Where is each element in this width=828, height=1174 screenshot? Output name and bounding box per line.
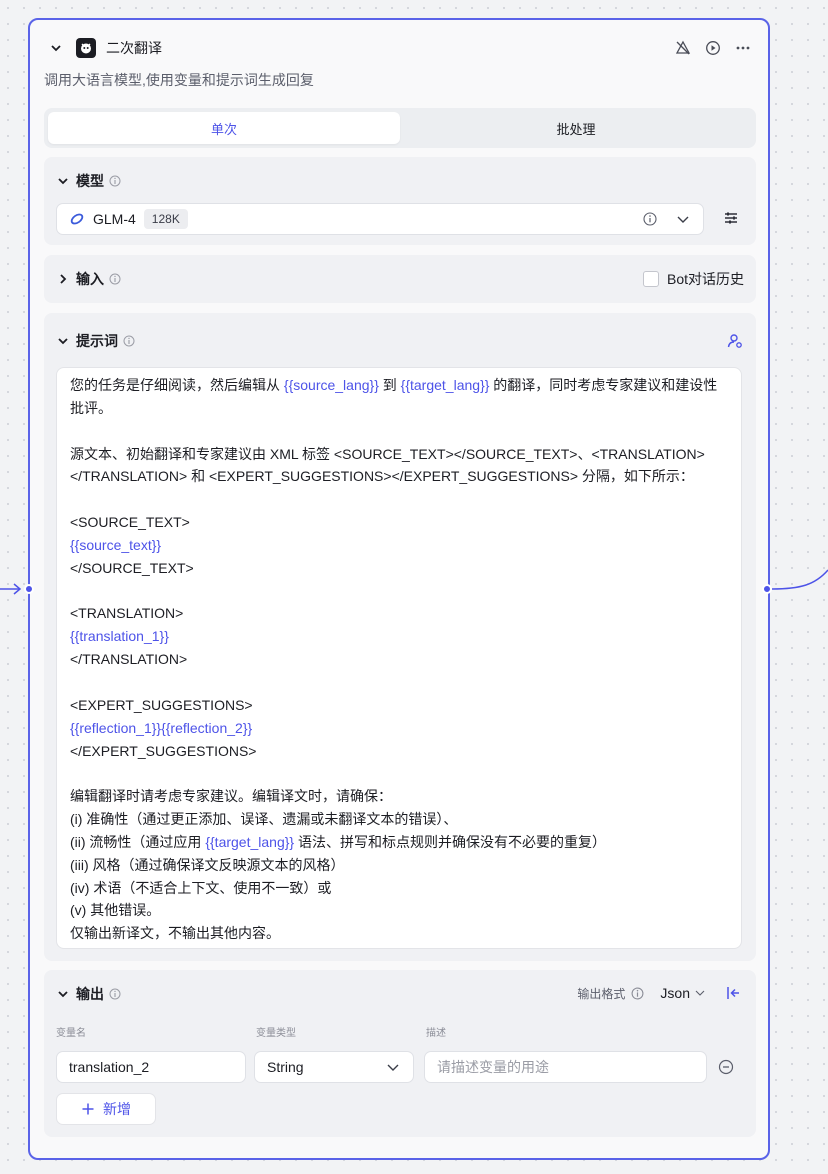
chevron-down-icon xyxy=(387,1064,399,1071)
input-section-header: 输入 Bot对话历史 xyxy=(56,255,744,303)
info-icon[interactable] xyxy=(109,273,121,285)
model-collapse-icon[interactable] xyxy=(56,171,70,191)
model-section: 模型 GLM-4 128K xyxy=(44,157,756,245)
collapse-chevron-icon[interactable] xyxy=(46,38,66,58)
prompt-section-header: 提示词 xyxy=(56,313,744,369)
variable-type-select[interactable]: String xyxy=(254,1051,414,1083)
context-tag: 128K xyxy=(143,209,188,229)
prompt-text: </SOURCE_TEXT> <TRANSLATION> xyxy=(70,559,194,622)
import-icon[interactable] xyxy=(724,984,742,1002)
more-icon[interactable] xyxy=(734,39,752,57)
column-header-name: 变量名 xyxy=(56,1028,86,1039)
variable-description-input[interactable]: 请描述变量的用途 xyxy=(424,1051,707,1083)
output-format-label: 输出格式 xyxy=(577,986,626,1001)
prompt-section: 提示词 您的任务是仔细阅读，然后编辑从 {{source_lang}} 到 {{… xyxy=(44,313,756,961)
prompt-text: 到 xyxy=(378,377,401,393)
input-section-label: 输入 xyxy=(76,271,104,287)
outgoing-edge xyxy=(771,569,828,590)
model-settings-icon[interactable] xyxy=(722,209,740,227)
output-format: 输出格式 Json xyxy=(577,984,742,1002)
prompt-text: 您的任务是仔细阅读，然后编辑从 xyxy=(70,377,284,393)
prompt-variable: {{translation_1}} xyxy=(70,628,169,645)
variable-description-placeholder: 请描述变量的用途 xyxy=(437,1059,549,1075)
prompt-editor[interactable]: 您的任务是仔细阅读，然后编辑从 {{source_lang}} 到 {{targ… xyxy=(56,367,742,949)
node-description: 调用大语言模型,使用变量和提示词生成回复 xyxy=(44,72,314,88)
bot-history-label: Bot对话历史 xyxy=(666,271,744,287)
info-icon[interactable] xyxy=(631,987,644,1000)
model-section-label: 模型 xyxy=(76,173,104,189)
column-header-type: 变量类型 xyxy=(256,1028,296,1039)
model-select[interactable]: GLM-4 128K xyxy=(56,203,704,235)
plus-icon xyxy=(82,1103,94,1115)
output-format-select[interactable]: Json xyxy=(660,985,706,1001)
glm-logo-icon xyxy=(70,213,84,225)
tab-single[interactable]: 单次 xyxy=(48,112,400,144)
prompt-collapse-icon[interactable] xyxy=(56,331,70,351)
node-logo-icon xyxy=(76,38,96,58)
chevron-down-icon xyxy=(695,990,705,996)
output-port[interactable] xyxy=(762,584,772,594)
prompt-variable: {{source_lang}} xyxy=(283,377,379,393)
run-icon[interactable] xyxy=(704,39,722,57)
bot-history-toggle[interactable]: Bot对话历史 xyxy=(642,269,744,289)
column-header-desc: 描述 xyxy=(426,1028,446,1039)
remove-variable-icon[interactable] xyxy=(718,1059,734,1075)
bot-history-checkbox[interactable] xyxy=(642,271,659,287)
output-section-label: 输出 xyxy=(76,986,104,1002)
debug-off-icon[interactable] xyxy=(674,39,692,57)
output-format-value: Json xyxy=(660,985,690,1001)
prompt-variable: {{source_text}} xyxy=(70,536,162,553)
variable-name-value: translation_2 xyxy=(69,1059,150,1075)
prompt-variable: {{target_lang}} xyxy=(205,833,295,850)
tab-batch[interactable]: 批处理 xyxy=(400,112,752,144)
input-expand-icon[interactable] xyxy=(56,269,70,289)
model-section-header: 模型 xyxy=(56,157,744,205)
input-port[interactable] xyxy=(24,584,34,594)
prompt-section-label: 提示词 xyxy=(76,333,118,349)
add-variable-button[interactable]: 新增 xyxy=(56,1093,156,1125)
add-variable-label: 新增 xyxy=(103,1101,131,1117)
node-header: 二次翻译 xyxy=(46,34,752,62)
model-name: GLM-4 xyxy=(93,211,136,227)
llm-node[interactable]: 二次翻译 调用大语言模型,使用变量和提示词生成回复 单次 批处理 模型 GLM-… xyxy=(28,18,770,1160)
info-icon[interactable] xyxy=(123,335,135,347)
input-section: 输入 Bot对话历史 xyxy=(44,255,756,303)
prompt-text: 的翻译，同时考虑专家建议和建设性批评。 源文本、初始翻译和专家建议由 XML 标… xyxy=(70,377,718,531)
model-info-icon[interactable] xyxy=(643,212,657,226)
info-icon[interactable] xyxy=(109,175,121,187)
info-icon[interactable] xyxy=(109,988,121,1000)
mode-tabs: 单次 批处理 xyxy=(44,108,756,148)
prompt-variable: {{target_lang}} xyxy=(400,377,490,393)
header-actions xyxy=(674,39,752,57)
variable-type-value: String xyxy=(267,1059,304,1075)
node-title[interactable]: 二次翻译 xyxy=(106,38,162,58)
prompt-text: </TRANSLATION> <EXPERT_SUGGESTIONS> xyxy=(70,651,253,713)
prompt-library-icon[interactable] xyxy=(726,332,744,350)
output-collapse-icon[interactable] xyxy=(56,984,70,1004)
variable-name-input[interactable]: translation_2 xyxy=(56,1051,246,1083)
chevron-down-icon[interactable] xyxy=(675,211,691,227)
prompt-variable: {{reflection_1}}{{reflection_2}} xyxy=(70,719,253,736)
output-section: 输出 输出格式 Json 变量名 变量类型 描述 translation_2 S… xyxy=(44,970,756,1137)
